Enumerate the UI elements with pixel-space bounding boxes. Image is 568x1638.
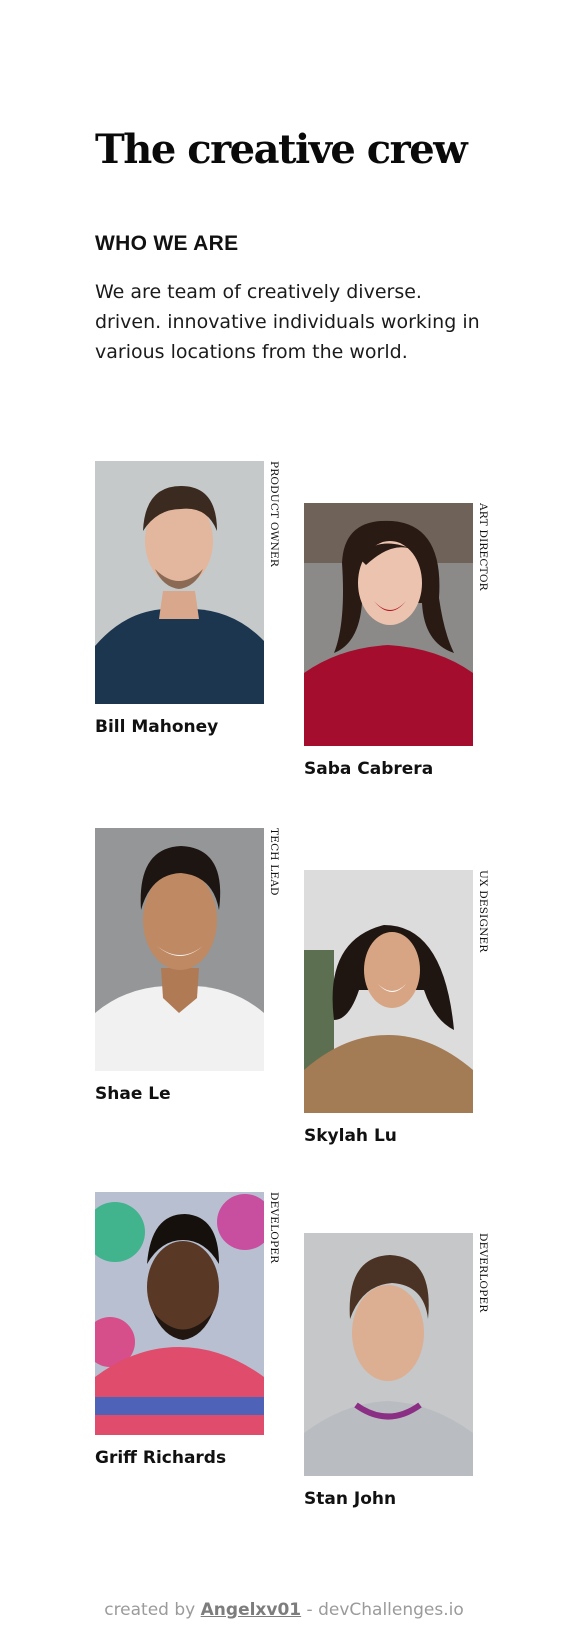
member-role: DEVELOPER bbox=[268, 1192, 280, 1264]
member-role: UX DESIGNER bbox=[477, 870, 489, 953]
member-photo bbox=[304, 503, 473, 746]
member-role: TECH LEAD bbox=[268, 828, 280, 896]
member-photo bbox=[95, 1192, 264, 1435]
section-heading: WHO WE ARE bbox=[95, 232, 239, 255]
member-role: DEVERLOPER bbox=[477, 1233, 489, 1313]
member-role: PRODUCT OWNER bbox=[268, 461, 280, 567]
intro-paragraph: We are team of creatively diverse. drive… bbox=[95, 281, 480, 363]
member-name: Saba Cabrera bbox=[304, 759, 434, 779]
member-name: Shae Le bbox=[95, 1084, 171, 1104]
footer: created by Angelxv01 - devChallenges.io bbox=[0, 1600, 568, 1620]
page-title: The creative crew bbox=[95, 126, 468, 173]
member-photo bbox=[304, 1233, 473, 1476]
member-name: Griff Richards bbox=[95, 1448, 227, 1468]
member-name: Bill Mahoney bbox=[95, 717, 219, 737]
member-photo bbox=[304, 870, 473, 1113]
member-name: Stan John bbox=[304, 1489, 397, 1509]
author-link[interactable]: Angelxv01 bbox=[201, 1600, 302, 1620]
member-photo bbox=[95, 828, 264, 1071]
member-name: Skylah Lu bbox=[304, 1126, 397, 1146]
footer-suffix: - devChallenges.io bbox=[306, 1600, 464, 1620]
member-photo bbox=[95, 461, 264, 704]
footer-prefix: created by bbox=[104, 1600, 196, 1620]
member-role: ART DIRECTOR bbox=[477, 503, 489, 591]
